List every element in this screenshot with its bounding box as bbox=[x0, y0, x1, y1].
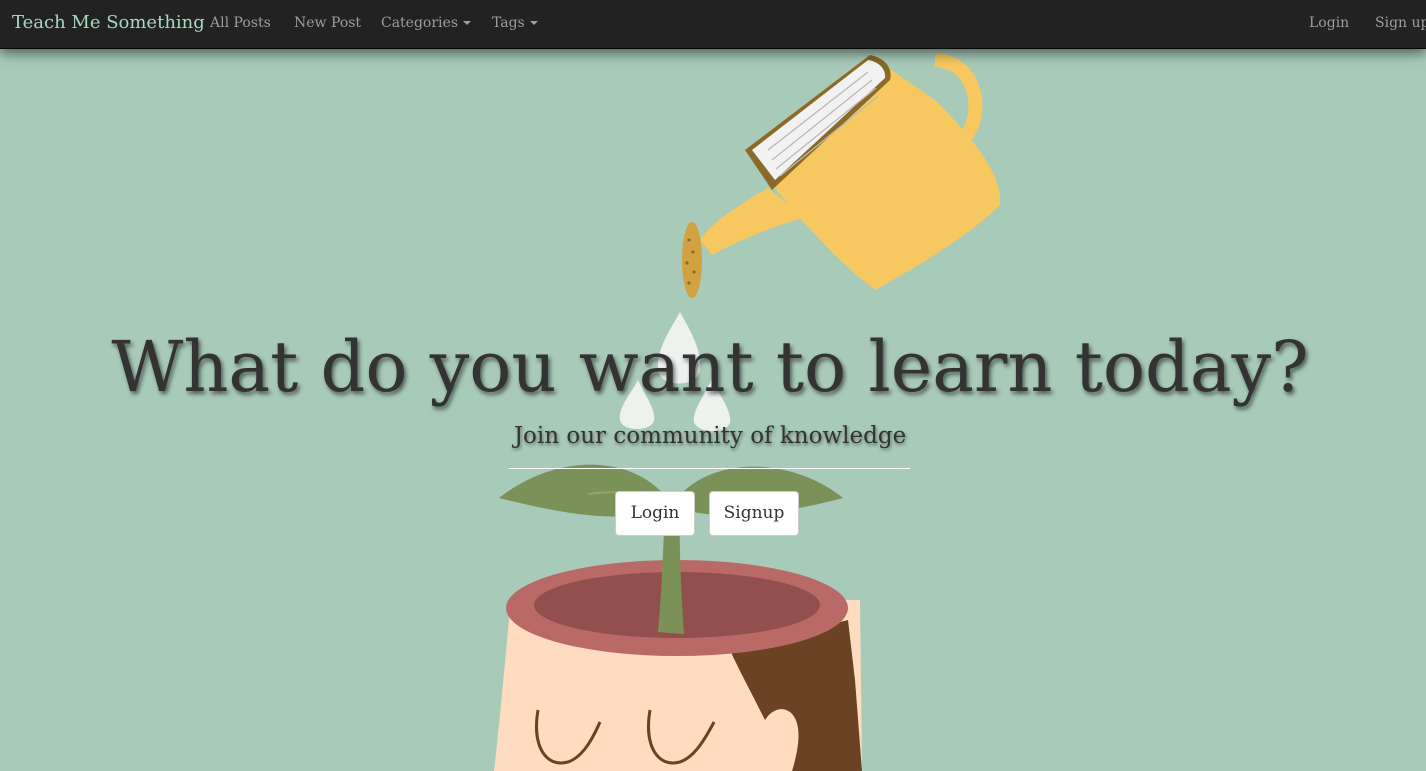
hero-tagline: Join our community of knowledge bbox=[513, 423, 907, 449]
nav-tags-dropdown[interactable]: Tags bbox=[492, 14, 538, 32]
nav-new-post[interactable]: New Post bbox=[294, 14, 361, 32]
hero-signup-button[interactable]: Signup bbox=[709, 491, 799, 536]
top-navbar: Teach Me Something All Posts New Post Ca… bbox=[0, 0, 1426, 49]
hero-section: What do you want to learn today? Join ou… bbox=[0, 48, 1426, 771]
hero-headline: What do you want to learn today? bbox=[111, 326, 1309, 408]
nav-login[interactable]: Login bbox=[1309, 14, 1349, 32]
caret-down-icon bbox=[463, 21, 471, 25]
nav-tags-label: Tags bbox=[492, 15, 525, 31]
brand-link[interactable]: Teach Me Something bbox=[12, 11, 205, 35]
hero-divider bbox=[509, 468, 910, 469]
nav-all-posts[interactable]: All Posts bbox=[210, 14, 271, 32]
nav-categories-dropdown[interactable]: Categories bbox=[381, 14, 471, 32]
caret-down-icon bbox=[529, 21, 538, 25]
hero-login-button[interactable]: Login bbox=[615, 491, 695, 536]
nav-categories-label: Categories bbox=[381, 15, 458, 31]
nav-signup[interactable]: Sign up bbox=[1375, 14, 1426, 32]
